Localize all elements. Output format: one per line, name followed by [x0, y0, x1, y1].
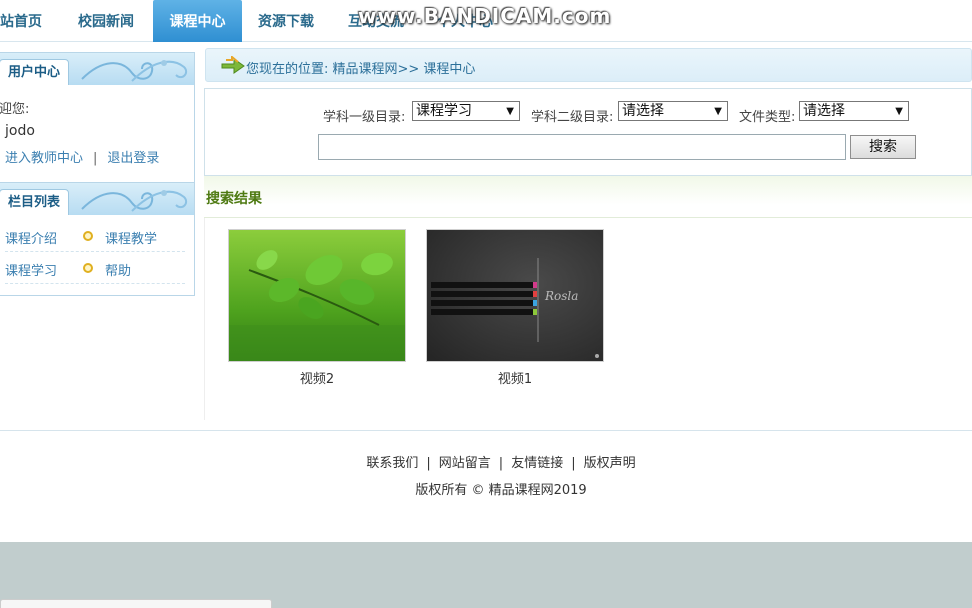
panel-title: 栏目列表 [0, 189, 70, 215]
menu-item-course-intro[interactable]: 课程介绍 [5, 228, 57, 247]
nav-course-center[interactable]: 课程中心 [153, 0, 242, 42]
panel-title: 用户中心 [0, 59, 70, 85]
separator: | [426, 456, 431, 471]
menu-row: 课程介绍 课程教学 [5, 222, 185, 252]
level2-label: 学科二级目录: [531, 110, 614, 125]
menu-row: 课程学习 帮助 [5, 254, 185, 284]
nav-home[interactable]: 站首页 [0, 0, 42, 42]
nav-resource-download[interactable]: 资源下载 [258, 0, 314, 42]
results-header: 搜索结果 [204, 176, 972, 218]
results-grid: 视频2 Rosla 视频1 [204, 218, 972, 420]
swirl-ornament-icon [81, 60, 188, 82]
dropdown-caret-icon: ▼ [506, 106, 514, 117]
search-button[interactable]: 搜索 [850, 135, 916, 159]
username: jodo [5, 123, 35, 139]
level2-value: 请选择 [622, 103, 664, 119]
bullet-icon [83, 231, 93, 241]
video-thumbnail[interactable] [228, 229, 406, 362]
user-links: 进入教师中心 | 退出登录 [5, 147, 159, 166]
footer-links: 联系我们 | 网站留言 | 友情链接 | 版权声明 [0, 452, 972, 471]
page-bottom-area [0, 542, 972, 608]
menu-item-course-study[interactable]: 课程学习 [5, 260, 57, 279]
bullet-icon [83, 263, 93, 273]
footer-link-message[interactable]: 网站留言 [439, 456, 491, 471]
nav-campus-news[interactable]: 校园新闻 [78, 0, 134, 42]
dark-template-icon: Rosla [427, 230, 603, 361]
level1-select[interactable]: 课程学习 ▼ [412, 101, 520, 121]
location-arrows-icon [221, 56, 245, 74]
dropdown-caret-icon: ▼ [895, 106, 903, 117]
search-form: 学科一级目录: 课程学习 ▼ 学科二级目录: 请选择 ▼ 文件类型: 请选择 ▼ 搜索 [204, 88, 972, 176]
leaves-photo-icon [229, 230, 405, 361]
keyword-input[interactable] [318, 134, 846, 160]
user-center-panel: 用户中心 迎您: jodo 进入教师中心 | 退出登录 [0, 52, 195, 185]
result-card: Rosla 视频1 [426, 229, 604, 387]
separator: | [93, 151, 98, 166]
bottom-tab [0, 599, 272, 608]
video-thumbnail[interactable]: Rosla [426, 229, 604, 362]
breadcrumb: 您现在的位置: 精品课程网>> 课程中心 [205, 48, 972, 82]
level2-select[interactable]: 请选择 ▼ [618, 101, 728, 121]
menu-item-help[interactable]: 帮助 [105, 260, 131, 279]
menu-item-course-teaching[interactable]: 课程教学 [105, 228, 157, 247]
svg-text:Rosla: Rosla [544, 289, 578, 303]
dropdown-caret-icon: ▼ [714, 106, 722, 117]
panel-header: 用户中心 [0, 53, 194, 85]
results-title: 搜索结果 [206, 191, 262, 207]
footer-link-contact[interactable]: 联系我们 [366, 456, 418, 471]
level1-value: 课程学习 [416, 103, 472, 119]
footer-link-friends[interactable]: 友情链接 [511, 456, 563, 471]
copyright-text: 版权所有 © 精品课程网2019 [415, 483, 587, 498]
result-card: 视频2 [228, 229, 406, 387]
separator: | [571, 456, 576, 471]
filetype-label: 文件类型: [739, 110, 796, 125]
footer-link-copyright[interactable]: 版权声明 [584, 456, 636, 471]
separator: | [498, 456, 504, 471]
video-caption[interactable]: 视频2 [228, 368, 406, 387]
breadcrumb-text: 您现在的位置: 精品课程网>> 课程中心 [246, 62, 476, 77]
logout-link[interactable]: 退出登录 [107, 151, 159, 166]
panel-header: 栏目列表 [0, 183, 194, 215]
footer-divider [0, 430, 972, 431]
bandicam-watermark: www.BANDICAM.com [358, 4, 612, 28]
level1-label: 学科一级目录: [323, 110, 406, 125]
welcome-text: 迎您: [0, 102, 30, 117]
filetype-select[interactable]: 请选择 ▼ [799, 101, 909, 121]
filetype-value: 请选择 [803, 103, 845, 119]
video-caption[interactable]: 视频1 [426, 368, 604, 387]
swirl-ornament-icon [81, 190, 188, 212]
column-list-panel: 栏目列表 课程介绍 课程教学 课程学习 帮助 [0, 182, 195, 296]
teacher-center-link[interactable]: 进入教师中心 [5, 151, 83, 166]
